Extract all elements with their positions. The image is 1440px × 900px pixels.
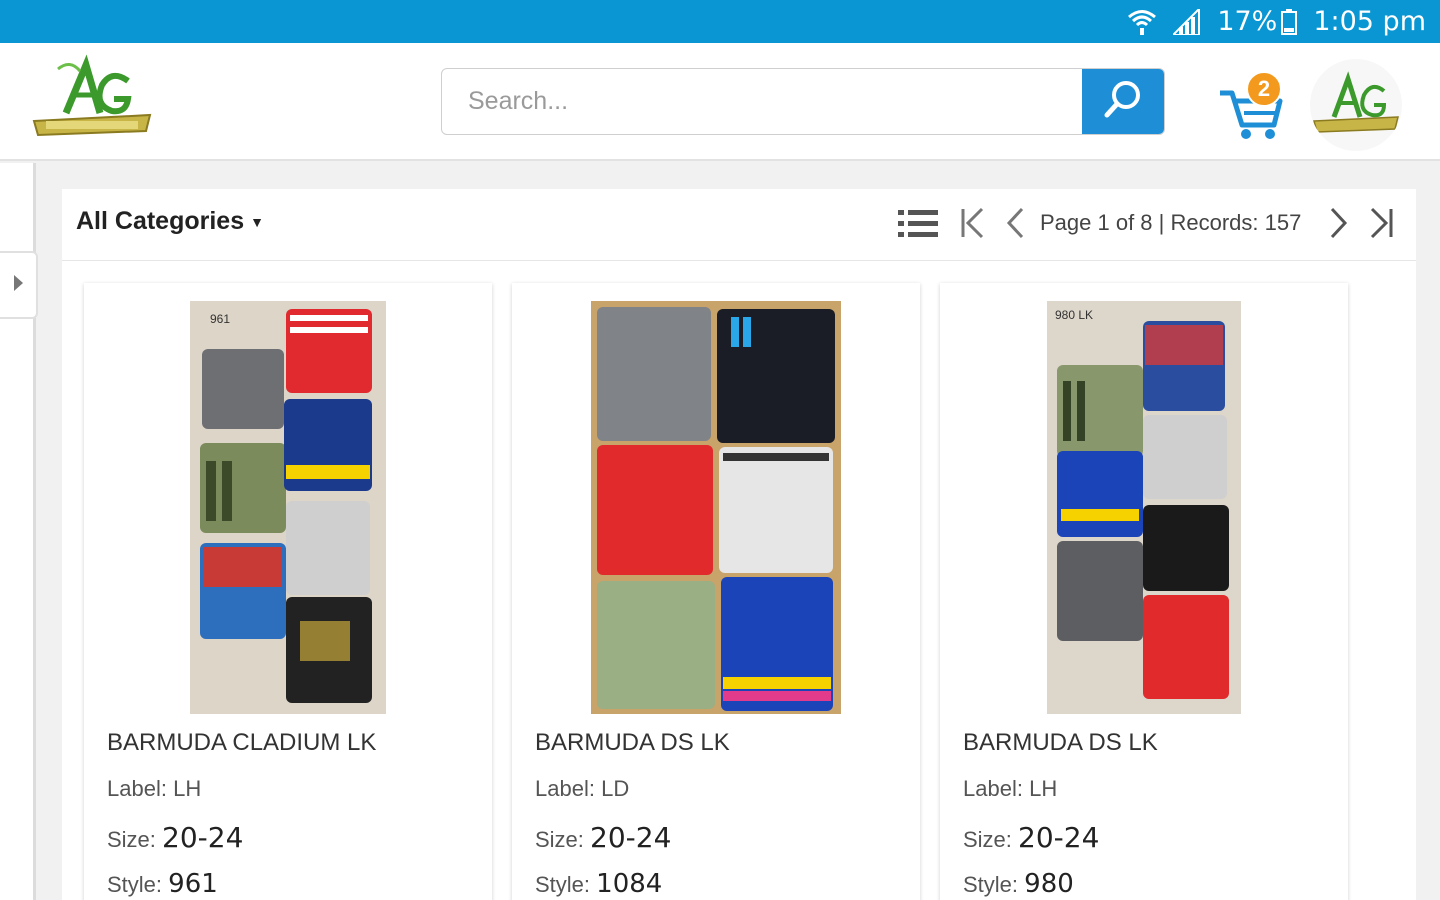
product-label: Label: LH <box>963 776 1058 801</box>
brand-logo[interactable] <box>28 51 156 149</box>
product-card[interactable]: 1084 BARMUDA DS LK Label: LD Size: 20-24… <box>512 283 920 900</box>
product-size-value: 20-24 <box>590 821 672 854</box>
battery-indicator: 17% <box>1217 6 1298 37</box>
product-card[interactable]: 961 BARMUDA CLADIUM LK Label: LH Size: 2… <box>84 283 492 900</box>
photo-tag: 980 LK <box>1055 308 1093 322</box>
product-size-value: 20-24 <box>1018 821 1100 854</box>
page-info: Page 1 of 8 | Records: 157 <box>1040 210 1302 235</box>
search-button[interactable] <box>1082 69 1164 134</box>
product-size-value: 20-24 <box>162 821 244 854</box>
product-grid: 961 BARMUDA CLADIUM LK Label: LH Size: 2… <box>62 261 1416 900</box>
product-size: Size: 20-24 <box>963 821 1100 854</box>
product-label-value: LH <box>173 776 202 801</box>
cart-button[interactable]: 2 <box>1218 71 1288 139</box>
product-card[interactable]: 980 LK BARMUDA DS LK Label: LH Size: 20-… <box>940 283 1348 900</box>
next-page-icon[interactable] <box>1328 207 1348 244</box>
sidebar-toggle-button[interactable] <box>0 251 38 319</box>
caret-down-icon: ▼ <box>250 213 264 230</box>
product-size: Size: 20-24 <box>107 821 244 854</box>
status-icons: 17% 1:05 pm <box>1127 0 1426 43</box>
battery-percent: 17% <box>1217 6 1278 37</box>
app-header: 2 <box>0 43 1440 161</box>
product-label-value: LH <box>1029 776 1058 801</box>
product-photo[interactable]: 961 <box>190 301 386 714</box>
product-name[interactable]: BARMUDA DS LK <box>963 729 1158 757</box>
list-view-icon[interactable] <box>898 209 938 244</box>
product-style-value: 961 <box>168 869 218 899</box>
product-name[interactable]: BARMUDA DS LK <box>535 729 730 757</box>
catalog-toolbar: All Categories ▼ Page 1 of 8 | Records: … <box>62 189 1416 261</box>
search-input[interactable] <box>442 69 1084 134</box>
product-label: Label: LD <box>535 776 630 801</box>
signal-icon <box>1173 8 1201 35</box>
caret-right-icon <box>12 274 24 297</box>
category-dropdown[interactable]: All Categories ▼ <box>76 207 264 236</box>
product-label: Label: LH <box>107 776 202 801</box>
product-photo[interactable]: 980 LK <box>1047 301 1241 714</box>
avatar[interactable] <box>1310 59 1402 151</box>
photo-tag: 961 <box>210 312 230 326</box>
product-style: Style: 961 <box>107 869 218 899</box>
product-size: Size: 20-24 <box>535 821 672 854</box>
search-box <box>441 68 1165 135</box>
clock: 1:05 pm <box>1313 6 1426 37</box>
category-dropdown-label: All Categories <box>76 207 245 235</box>
search-icon <box>1103 79 1143 124</box>
product-style-value: 980 <box>1024 869 1074 899</box>
product-style-value: 1084 <box>596 869 663 899</box>
status-bar: 17% 1:05 pm <box>0 0 1440 43</box>
product-style: Style: 980 <box>963 869 1074 899</box>
prev-page-icon[interactable] <box>1006 207 1026 244</box>
last-page-icon[interactable] <box>1368 207 1394 244</box>
product-label-value: LD <box>601 776 630 801</box>
cart-count-badge: 2 <box>1246 71 1282 107</box>
product-style: Style: 1084 <box>535 869 663 899</box>
product-photo[interactable]: 1084 <box>591 301 841 714</box>
wifi-icon <box>1127 8 1157 36</box>
product-name[interactable]: BARMUDA CLADIUM LK <box>107 729 376 757</box>
battery-icon <box>1281 8 1298 35</box>
first-page-icon[interactable] <box>960 207 986 244</box>
